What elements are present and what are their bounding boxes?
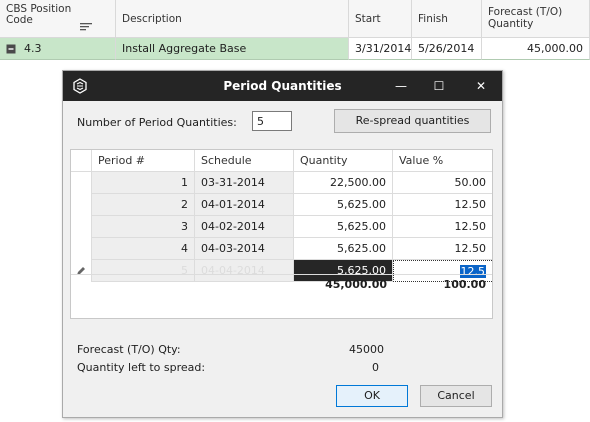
minimize-button[interactable]: — bbox=[384, 71, 418, 101]
col-header-period[interactable]: Period # bbox=[92, 150, 195, 172]
header-start-label: Start bbox=[355, 12, 381, 25]
close-button[interactable]: ✕ bbox=[464, 71, 498, 101]
cell-schedule: 04-01-2014 bbox=[195, 194, 294, 216]
cell-period: 4 bbox=[92, 238, 195, 260]
cell-schedule: 04-03-2014 bbox=[195, 238, 294, 260]
row-forecast-text: 45,000.00 bbox=[527, 42, 583, 55]
row-finish-text: 5/26/2014 bbox=[418, 42, 475, 55]
header-cbs-label: CBS Position Code bbox=[6, 3, 72, 26]
cell-quantity[interactable]: 5,625.00 bbox=[294, 216, 393, 238]
row-indicator[interactable] bbox=[71, 238, 92, 260]
cancel-button[interactable]: Cancel bbox=[420, 385, 492, 407]
quantity-left-value: 0 bbox=[372, 361, 379, 374]
row-indicator-editing[interactable] bbox=[71, 260, 92, 282]
row-finish[interactable]: 5/26/2014 bbox=[412, 38, 482, 60]
cell-period: 2 bbox=[92, 194, 195, 216]
row-indicator[interactable] bbox=[71, 172, 92, 194]
respread-button[interactable]: Re-spread quantities bbox=[334, 109, 491, 133]
cell-period: 3 bbox=[92, 216, 195, 238]
cell-value-pct[interactable]: 50.00 bbox=[393, 172, 492, 194]
cell-value-pct[interactable]: 12.50 bbox=[393, 238, 492, 260]
header-finish-label: Finish bbox=[418, 12, 448, 25]
num-periods-label: Number of Period Quantities: bbox=[77, 116, 237, 129]
cell-schedule-active: 04-04-2014 bbox=[195, 260, 294, 282]
ok-button[interactable]: OK bbox=[336, 385, 408, 407]
total-quantity: 45,000.00 bbox=[325, 278, 387, 291]
period-quantities-dialog: Period Quantities — ☐ ✕ Number of Period… bbox=[62, 70, 503, 418]
quantity-left-label: Quantity left to spread: bbox=[77, 361, 206, 374]
grid-corner bbox=[71, 150, 92, 172]
total-value-pct: 100.00 bbox=[443, 278, 486, 291]
num-periods-input[interactable]: 5 bbox=[252, 111, 292, 131]
cell-period-active: 5 bbox=[92, 260, 195, 282]
row-description-text: Install Aggregate Base bbox=[122, 42, 247, 55]
header-start[interactable]: Start bbox=[349, 0, 412, 38]
row-forecast[interactable]: 45,000.00 bbox=[482, 38, 590, 60]
maximize-button[interactable]: ☐ bbox=[422, 71, 456, 101]
cell-quantity[interactable]: 5,625.00 bbox=[294, 238, 393, 260]
col-header-quantity[interactable]: Quantity bbox=[294, 150, 393, 172]
row-code: 4.3 bbox=[24, 42, 42, 55]
header-description-label: Description bbox=[122, 12, 182, 25]
cell-period: 1 bbox=[92, 172, 195, 194]
header-forecast-quantity[interactable]: Forecast (T/O) Quantity bbox=[482, 0, 590, 38]
expand-minus-icon[interactable] bbox=[6, 44, 16, 54]
cell-schedule: 04-02-2014 bbox=[195, 216, 294, 238]
forecast-qty-value: 45000 bbox=[349, 343, 384, 356]
row-code-cell[interactable]: 4.3 bbox=[0, 38, 116, 60]
col-header-value-pct[interactable]: Value % bbox=[393, 150, 492, 172]
cell-schedule: 03-31-2014 bbox=[195, 172, 294, 194]
header-forecast-label: Forecast (T/O) Quantity bbox=[488, 6, 563, 30]
cell-quantity[interactable]: 5,625.00 bbox=[294, 194, 393, 216]
cell-value-pct[interactable]: 12.50 bbox=[393, 194, 492, 216]
sort-lines-icon[interactable] bbox=[80, 23, 92, 32]
row-indicator[interactable] bbox=[71, 216, 92, 238]
row-description[interactable]: Install Aggregate Base bbox=[116, 38, 349, 60]
header-description[interactable]: Description bbox=[116, 0, 349, 38]
row-indicator[interactable] bbox=[71, 194, 92, 216]
forecast-qty-label: Forecast (T/O) Qty: bbox=[77, 343, 181, 356]
cell-value-pct[interactable]: 12.50 bbox=[393, 216, 492, 238]
header-finish[interactable]: Finish bbox=[412, 0, 482, 38]
period-grid: Period # Schedule Quantity Value % 1 03-… bbox=[70, 149, 493, 319]
header-cbs-position-code[interactable]: CBS Position Code bbox=[0, 0, 116, 38]
row-start[interactable]: 3/31/2014 bbox=[349, 38, 412, 60]
cell-quantity[interactable]: 22,500.00 bbox=[294, 172, 393, 194]
dialog-titlebar[interactable]: Period Quantities — ☐ ✕ bbox=[63, 71, 502, 101]
row-start-text: 3/31/2014 bbox=[355, 42, 412, 55]
col-header-schedule[interactable]: Schedule bbox=[195, 150, 294, 172]
